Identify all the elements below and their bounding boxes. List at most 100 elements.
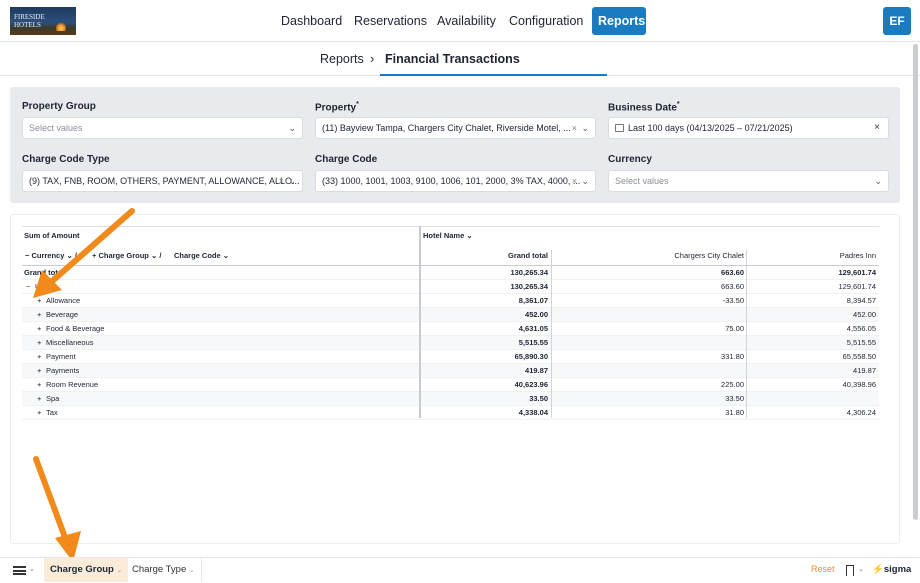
chevron-down-icon: ⌄ xyxy=(581,123,589,133)
active-tab-underline xyxy=(380,74,607,76)
property-select[interactable]: (11) Bayview Tampa, Chargers City Chalet… xyxy=(315,117,596,139)
expand-toggle[interactable]: + xyxy=(37,406,41,420)
collapse-toggle[interactable]: − xyxy=(26,280,30,294)
calendar-icon xyxy=(615,124,624,132)
hotel-name-header[interactable]: Hotel Name ⌄ xyxy=(423,226,473,240)
nav-reports[interactable]: Reports xyxy=(592,7,646,35)
pivot-row-header-divider[interactable] xyxy=(419,226,421,418)
clear-icon[interactable]: × xyxy=(572,118,577,138)
nav-dashboard[interactable]: Dashboard xyxy=(281,7,342,35)
property-group-placeholder: Select values xyxy=(29,123,83,133)
business-date-picker[interactable]: Last 100 days (04/13/2025 – 07/21/2025) … xyxy=(608,117,889,139)
tab-charge-type[interactable]: Charge Type ⌄ xyxy=(126,558,201,582)
cell-grand-total: 130,265.34 xyxy=(510,282,548,291)
cell-chargers-city-chalet: 331.80 xyxy=(721,352,744,361)
chevron-down-icon: ⌄ xyxy=(466,231,473,240)
clear-icon[interactable]: × xyxy=(279,171,284,191)
chevron-down-icon: ⌄ xyxy=(150,251,158,260)
cell-chargers-city-chalet xyxy=(552,308,744,322)
row-label: Food & Beverage xyxy=(46,324,105,333)
row-label: Grand total xyxy=(24,268,65,277)
tab-charge-group[interactable]: Charge Group ⌄ xyxy=(44,558,129,582)
table-row: + Payments 419.87 419.87 xyxy=(22,364,879,378)
top-navigation-bar: FIRESIDE HOTELS Dashboard Reservations A… xyxy=(0,0,920,42)
reset-button[interactable]: Reset xyxy=(811,564,835,574)
user-avatar[interactable]: EF xyxy=(883,7,911,35)
charge-code-dim-label: Charge Code xyxy=(174,251,221,260)
bookmark-icon[interactable] xyxy=(846,565,854,576)
cell-grand-total: 452.00 xyxy=(525,310,548,319)
cell-chargers-city-chalet xyxy=(552,364,744,378)
property-group-label: Property Group xyxy=(22,101,96,112)
main-nav: Dashboard Reservations Availability Conf… xyxy=(0,7,920,35)
row-label: Beverage xyxy=(46,310,79,319)
chevron-down-icon[interactable]: ⌄ xyxy=(858,565,864,573)
expand-toggle[interactable]: + xyxy=(37,378,41,392)
expand-toggle[interactable]: + xyxy=(37,308,41,322)
padres-inn-column-header: Padres Inn xyxy=(839,251,876,260)
cell-chargers-city-chalet: -33.50 xyxy=(722,296,744,305)
clear-icon[interactable]: × xyxy=(874,118,880,138)
property-group-select[interactable]: Select values ⌄ xyxy=(22,117,303,139)
cell-chargers-city-chalet: 33.50 xyxy=(725,394,744,403)
table-row: + Spa 33.50 33.50 xyxy=(22,392,879,406)
property-label: Property* xyxy=(315,101,359,113)
expand-toggle[interactable]: + xyxy=(37,294,41,308)
pivot-subheader-row: − Currency ⌄ / + Charge Group ⌄ / Charge… xyxy=(22,250,879,266)
expand-toggle[interactable]: + xyxy=(37,392,41,406)
cell-chargers-city-chalet: 75.00 xyxy=(725,324,744,333)
hamburger-menu-icon[interactable] xyxy=(13,566,26,575)
pivot-top-border xyxy=(22,226,879,227)
charge-group-dim-label: Charge Group xyxy=(98,251,149,260)
row-label: Tax xyxy=(46,408,58,417)
chevron-down-icon[interactable]: ⌄ xyxy=(29,565,35,573)
currency-dim-label: Currency xyxy=(31,251,65,260)
charge-code-select[interactable]: (33) 1000, 1001, 1003, 9100, 1006, 101, … xyxy=(315,170,596,192)
property-label-text: Property xyxy=(315,102,357,114)
table-row: + Allowance 8,361.07 -33.50 8,394.57 xyxy=(22,294,879,308)
charge-code-dim-header[interactable]: Charge Code ⌄ xyxy=(174,250,229,264)
chevron-down-icon: ⌄ xyxy=(66,251,73,260)
charge-group-dim-header[interactable]: + Charge Group ⌄ / xyxy=(92,250,161,264)
pivot-header-row: Sum of Amount Hotel Name ⌄ xyxy=(22,226,879,250)
chevron-down-icon: ⌄ xyxy=(288,123,296,133)
property-value: (11) Bayview Tampa, Chargers City Chalet… xyxy=(322,123,571,133)
cell-chargers-city-chalet xyxy=(552,336,744,350)
currency-dim-header[interactable]: − Currency ⌄ / xyxy=(25,250,77,264)
cell-chargers-city-chalet: 663.60 xyxy=(721,268,744,277)
row-label: Spa xyxy=(46,394,60,403)
cell-grand-total: 419.87 xyxy=(525,366,548,375)
cell-grand-total: 5,515.55 xyxy=(518,338,548,347)
grand-total-column-header: Grand total xyxy=(507,251,548,260)
expand-toggle[interactable]: + xyxy=(37,350,41,364)
cell-padres-inn: 129,601.74 xyxy=(838,282,876,291)
cell-padres-inn: 8,394.57 xyxy=(846,296,876,305)
table-row: + Food & Beverage 4,631.05 75.00 4,556.0… xyxy=(22,322,879,336)
business-date-label-text: Business Date xyxy=(608,102,677,114)
expand-toggle[interactable]: + xyxy=(37,336,41,350)
pivot-column-divider xyxy=(551,250,552,418)
expand-toggle[interactable]: + xyxy=(37,364,41,378)
measure-label: Sum of Amount xyxy=(24,231,80,240)
currency-select[interactable]: Select values ⌄ xyxy=(608,170,889,192)
cell-padres-inn: 452.00 xyxy=(853,310,876,319)
nav-availability[interactable]: Availability xyxy=(437,7,496,35)
row-label: Allowance xyxy=(46,296,81,305)
nav-reservations[interactable]: Reservations xyxy=(354,7,427,35)
cell-grand-total: 4,338.04 xyxy=(518,408,548,417)
cell-padres-inn: 5,515.55 xyxy=(846,338,876,347)
vertical-scrollbar[interactable] xyxy=(913,44,918,520)
nav-configuration[interactable]: Configuration xyxy=(509,7,583,35)
table-row: + Room Revenue 40,623.96 225.00 40,398.9… xyxy=(22,378,879,392)
row-label: Miscellaneous xyxy=(46,338,94,347)
breadcrumb-reports-link[interactable]: Reports xyxy=(320,52,364,66)
charge-code-type-select[interactable]: (9) TAX, FNB, ROOM, OTHERS, PAYMENT, ALL… xyxy=(22,170,303,192)
expand-toggle[interactable]: + xyxy=(37,322,41,336)
cell-padres-inn: 4,306.24 xyxy=(846,408,876,417)
row-label: Room Revenue xyxy=(46,380,99,389)
cell-grand-total: 40,623.96 xyxy=(514,380,548,389)
breadcrumb-separator: › xyxy=(370,51,375,66)
clear-icon[interactable]: × xyxy=(572,171,577,191)
tab-charge-type-label: Charge Type xyxy=(132,564,187,575)
charge-code-type-value: (9) TAX, FNB, ROOM, OTHERS, PAYMENT, ALL… xyxy=(29,176,300,186)
